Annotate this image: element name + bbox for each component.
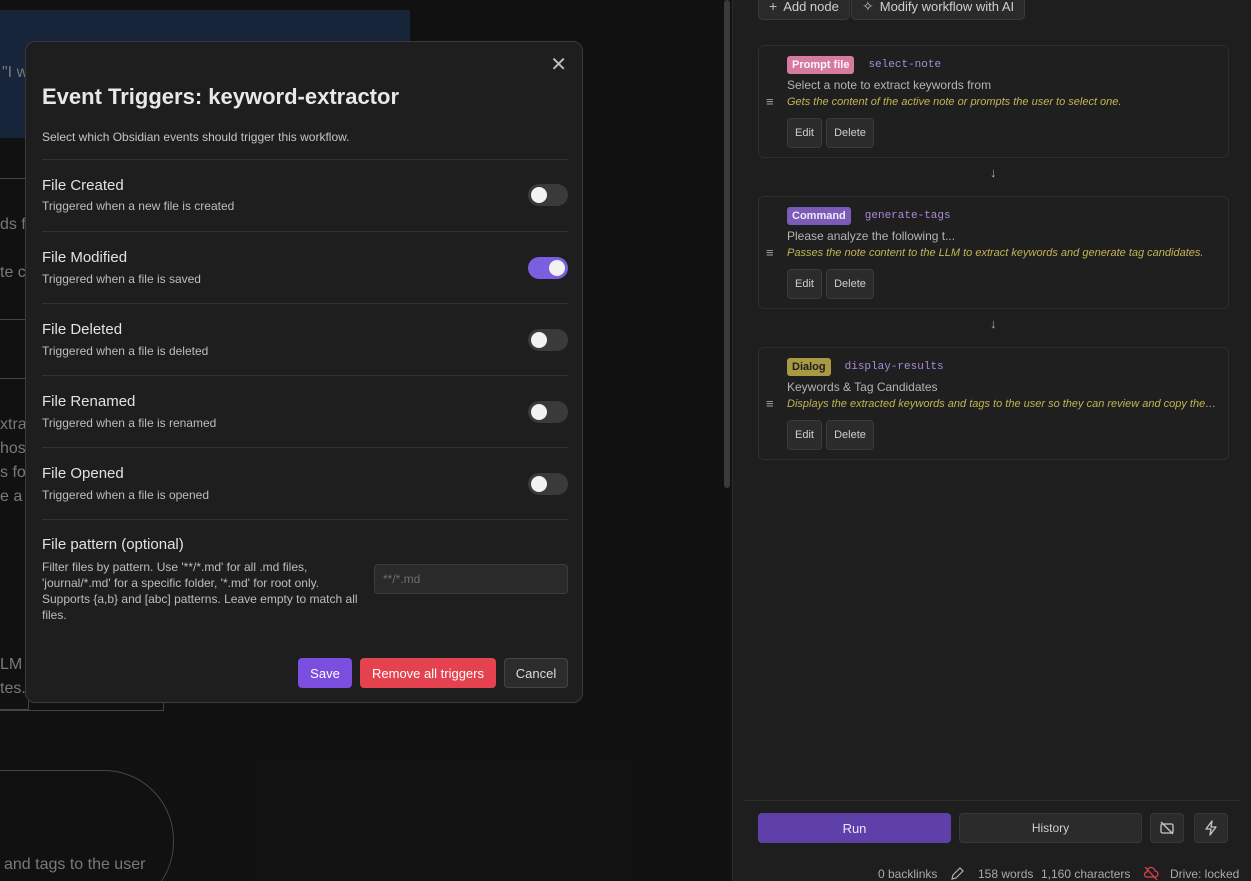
toggle-visibility-button[interactable] [1150, 813, 1184, 843]
divider [42, 375, 568, 376]
node-id: select-note [868, 59, 942, 71]
event-triggers-modal: ✕ Event Triggers: keyword-extractor Sele… [25, 41, 583, 703]
run-button[interactable]: Run [758, 813, 951, 843]
divider [42, 303, 568, 304]
save-button[interactable]: Save [298, 658, 352, 688]
toggle-knob [531, 187, 547, 203]
flow-arrow-icon: ↓ [990, 316, 997, 331]
add-node-label: Add node [783, 0, 839, 14]
event-triggers-button[interactable] [1194, 813, 1228, 843]
modify-workflow-ai-button[interactable]: ✧ Modify workflow with AI [851, 0, 1026, 20]
lightning-icon [1205, 820, 1217, 836]
trigger-name-file-opened: File Opened [42, 465, 124, 482]
backlinks-count[interactable]: 0 backlinks [878, 867, 937, 881]
divider [42, 447, 568, 448]
close-icon[interactable]: ✕ [550, 52, 567, 77]
workflow-node-display-results[interactable]: ≡ Dialog display-results Keywords & Tag … [758, 347, 1229, 460]
modal-subtitle: Select which Obsidian events should trig… [42, 130, 350, 144]
drag-handle-icon[interactable]: ≡ [766, 396, 774, 411]
trigger-desc-file-modified: Triggered when a file is saved [42, 272, 201, 286]
plus-icon: + [769, 0, 778, 14]
node-type-badge: Command [787, 207, 851, 225]
pencil-icon[interactable] [950, 866, 965, 881]
toggle-knob [531, 476, 547, 492]
editor-scrollbar[interactable] [724, 0, 730, 488]
toggle-file-deleted[interactable] [528, 329, 568, 351]
divider [42, 231, 568, 232]
drive-status[interactable]: Drive: locked [1170, 867, 1239, 881]
flow-arrow-icon: ↓ [990, 165, 997, 180]
delete-node-button[interactable]: Delete [826, 420, 874, 450]
modify-workflow-ai-label: Modify workflow with AI [879, 0, 1015, 14]
history-button[interactable]: History [959, 813, 1142, 843]
divider [42, 159, 568, 160]
node-title: Keywords & Tag Candidates [787, 380, 938, 394]
toggle-knob [531, 404, 547, 420]
node-type-badge: Dialog [787, 358, 831, 376]
node-id: generate-tags [864, 210, 951, 222]
trigger-name-file-deleted: File Deleted [42, 321, 123, 338]
divider [744, 800, 1240, 801]
trigger-desc-file-opened: Triggered when a file is opened [42, 488, 209, 502]
add-node-button[interactable]: + Add node [758, 0, 850, 20]
trigger-desc-file-renamed: Triggered when a file is renamed [42, 416, 217, 430]
workflow-panel: + Add node ✧ Modify workflow with AI ≡ P… [732, 0, 1251, 881]
drag-handle-icon[interactable]: ≡ [766, 245, 774, 260]
cancel-button[interactable]: Cancel [504, 658, 568, 688]
node-title: Please analyze the following t... [787, 229, 956, 243]
workflow-node-generate-tags[interactable]: ≡ Command generate-tags Please analyze t… [758, 196, 1229, 309]
word-count: 158 words [978, 867, 1034, 881]
toggle-file-renamed[interactable] [528, 401, 568, 423]
edit-node-button[interactable]: Edit [787, 118, 822, 148]
trigger-desc-file-created: Triggered when a new file is created [42, 199, 235, 213]
sparkle-icon: ✧ [862, 0, 874, 14]
trigger-desc-file-deleted: Triggered when a file is deleted [42, 344, 209, 358]
toggle-file-created[interactable] [528, 184, 568, 206]
toggle-knob [531, 332, 547, 348]
delete-node-button[interactable]: Delete [826, 269, 874, 299]
toggle-file-opened[interactable] [528, 473, 568, 495]
trigger-name-file-renamed: File Renamed [42, 393, 136, 410]
workflow-node-select-note[interactable]: ≡ Prompt file select-note Select a note … [758, 45, 1229, 158]
edit-node-button[interactable]: Edit [787, 269, 822, 299]
modal-title: Event Triggers: keyword-extractor [42, 84, 400, 109]
delete-node-button[interactable]: Delete [826, 118, 874, 148]
remove-all-triggers-button[interactable]: Remove all triggers [360, 658, 496, 688]
file-pattern-input[interactable] [374, 564, 568, 594]
camera-off-icon [1160, 821, 1174, 835]
trigger-name-file-created: File Created [42, 177, 124, 194]
node-description: Passes the note content to the LLM to ex… [787, 247, 1204, 259]
node-title: Select a note to extract keywords from [787, 78, 992, 92]
node-description: Displays the extracted keywords and tags… [787, 398, 1217, 410]
sync-off-icon[interactable] [1143, 866, 1159, 881]
drag-handle-icon[interactable]: ≡ [766, 94, 774, 109]
file-pattern-description: Filter files by pattern. Use '**/*.md' f… [42, 560, 358, 622]
edit-node-button[interactable]: Edit [787, 420, 822, 450]
node-type-badge: Prompt file [787, 56, 855, 74]
toggle-file-modified[interactable] [528, 257, 568, 279]
node-id: display-results [844, 361, 944, 373]
divider [42, 519, 568, 520]
node-description: Gets the content of the active note or p… [787, 96, 1122, 108]
toggle-knob [549, 260, 565, 276]
character-count: 1,160 characters [1041, 867, 1131, 881]
file-pattern-title: File pattern (optional) [42, 536, 184, 553]
trigger-name-file-modified: File Modified [42, 249, 128, 266]
